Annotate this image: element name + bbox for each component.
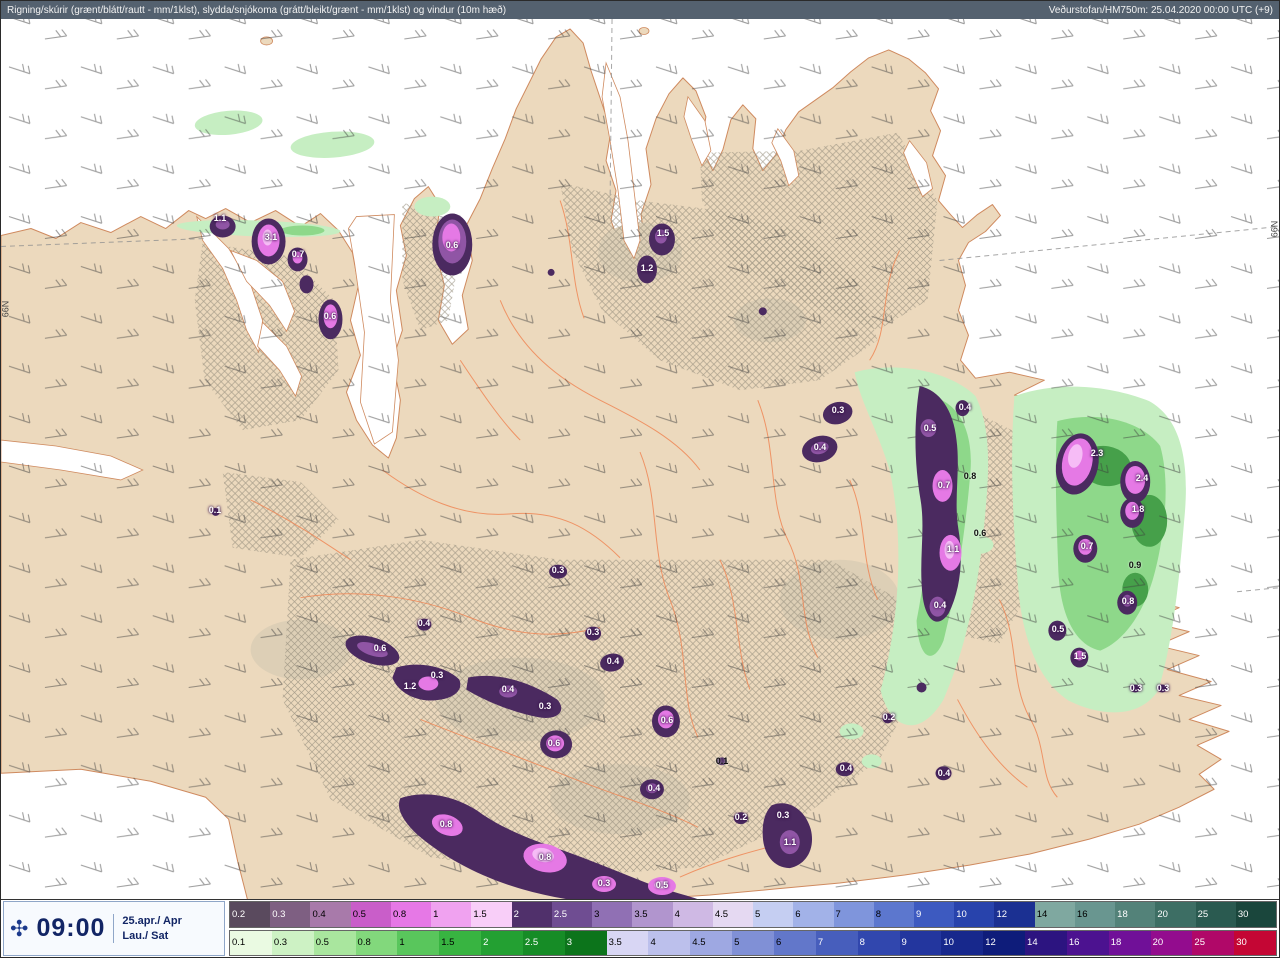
legend-area: 0.2 0.3 0.4 0.5 0.8 1 1.5 2 2.5 3 3.5 4 4.5 5 6 7 8 9 10 12…	[229, 901, 1277, 956]
legend-cell: 0.8	[390, 902, 432, 927]
legend-cell: 12	[983, 930, 1026, 955]
status-bar: ✣ 09:00 25.apr./ Apr Lau./ Sat 0.2 0.3 0.4…	[1, 899, 1279, 957]
legend-cell: 3.5	[632, 902, 673, 927]
legend-cell: 4	[648, 930, 691, 955]
legend-cell: 30	[1234, 930, 1276, 955]
legend-cell: 2.5	[522, 930, 565, 955]
legend-cell: 0.4	[310, 902, 351, 927]
map-legend-title: Rigning/skúrir (grænt/blátt/rautt - mm/1…	[7, 4, 507, 16]
legend-cell: 0.5	[350, 902, 391, 927]
legend-cell: 0.1	[230, 930, 272, 955]
legend-cell: 14	[1025, 930, 1067, 955]
legend-cell: 0.5	[313, 930, 356, 955]
legend-cell: 5	[753, 902, 794, 927]
legend-cell: 7	[815, 930, 858, 955]
legend-cell: 25	[1192, 930, 1235, 955]
legend-cell: 4	[672, 902, 713, 927]
legend-cell: 20	[1155, 902, 1196, 927]
legend-cell: 12	[994, 902, 1035, 927]
legend-cell: 9	[899, 930, 942, 955]
time-panel: ✣ 09:00 25.apr./ Apr Lau./ Sat	[3, 901, 225, 956]
legend-cell: 10	[941, 930, 984, 955]
legend-cell: 3.5	[606, 930, 649, 955]
legend-cell: 10	[954, 902, 995, 927]
legend-cell: 3	[564, 930, 607, 955]
legend-cell: 0.8	[355, 930, 398, 955]
met-office-logo-icon: ✣	[10, 915, 29, 941]
legend-cell: 8	[873, 902, 914, 927]
legend-cell: 6	[773, 930, 816, 955]
weather-map-page: Rigning/skúrir (grænt/blátt/rautt - mm/1…	[0, 0, 1280, 958]
map-canvas[interactable]: 1.1 3.1 0.7 0.6 0.6 1.5 1.2 0.3 0.4 0.5 0.4 0.7 0.8 1…	[1, 19, 1279, 899]
forecast-date: 25.apr./ Apr	[122, 915, 182, 928]
legend-cell: 6	[793, 902, 834, 927]
legend-cell: 1.5	[439, 930, 482, 955]
legend-cell: 2.5	[551, 902, 593, 927]
model-run-info: Veðurstofan/HM750m: 25.04.2020 00:00 UTC…	[1048, 4, 1273, 16]
latitude-label-left: 66N	[1, 300, 11, 318]
map-graphic	[1, 19, 1279, 899]
legend-cell: 1	[397, 930, 440, 955]
legend-cell: 4.5	[690, 930, 733, 955]
legend-rain-scale: 0.1 0.3 0.5 0.8 1 1.5 2 2.5 3 3.5 4 4.5 5 6 7 8 9 10 12 14 1…	[229, 929, 1277, 956]
latitude-label-right: 66N	[1269, 220, 1279, 238]
legend-cell: 16	[1074, 902, 1116, 927]
legend-cell: 0.2	[230, 902, 271, 927]
legend-cell: 18	[1115, 902, 1156, 927]
legend-cell: 1.5	[471, 902, 512, 927]
legend-cell: 0.3	[271, 930, 314, 955]
legend-cell: 5	[732, 930, 774, 955]
forecast-date-block: 25.apr./ Apr Lau./ Sat	[113, 914, 182, 943]
legend-sleet-scale: 0.2 0.3 0.4 0.5 0.8 1 1.5 2 2.5 3 3.5 4 4.5 5 6 7 8 9 10 12…	[229, 901, 1277, 928]
legend-cell: 0.3	[270, 902, 311, 927]
legend-cell: 30	[1235, 902, 1276, 927]
legend-cell: 3	[592, 902, 633, 927]
legend-cell: 1	[431, 902, 472, 927]
legend-cell: 25	[1195, 902, 1236, 927]
legend-cell: 9	[913, 902, 955, 927]
legend-cell: 8	[857, 930, 900, 955]
legend-cell: 7	[833, 902, 874, 927]
legend-cell: 2	[481, 930, 523, 955]
legend-cell: 20	[1150, 930, 1193, 955]
legend-cell: 14	[1034, 902, 1075, 927]
legend-cell: 18	[1108, 930, 1151, 955]
legend-cell: 16	[1066, 930, 1109, 955]
legend-cell: 2	[511, 902, 552, 927]
title-bar: Rigning/skúrir (grænt/blátt/rautt - mm/1…	[1, 1, 1279, 19]
forecast-time: 09:00	[36, 914, 106, 942]
forecast-day: Lau./ Sat	[122, 929, 169, 942]
legend-cell: 4.5	[712, 902, 754, 927]
